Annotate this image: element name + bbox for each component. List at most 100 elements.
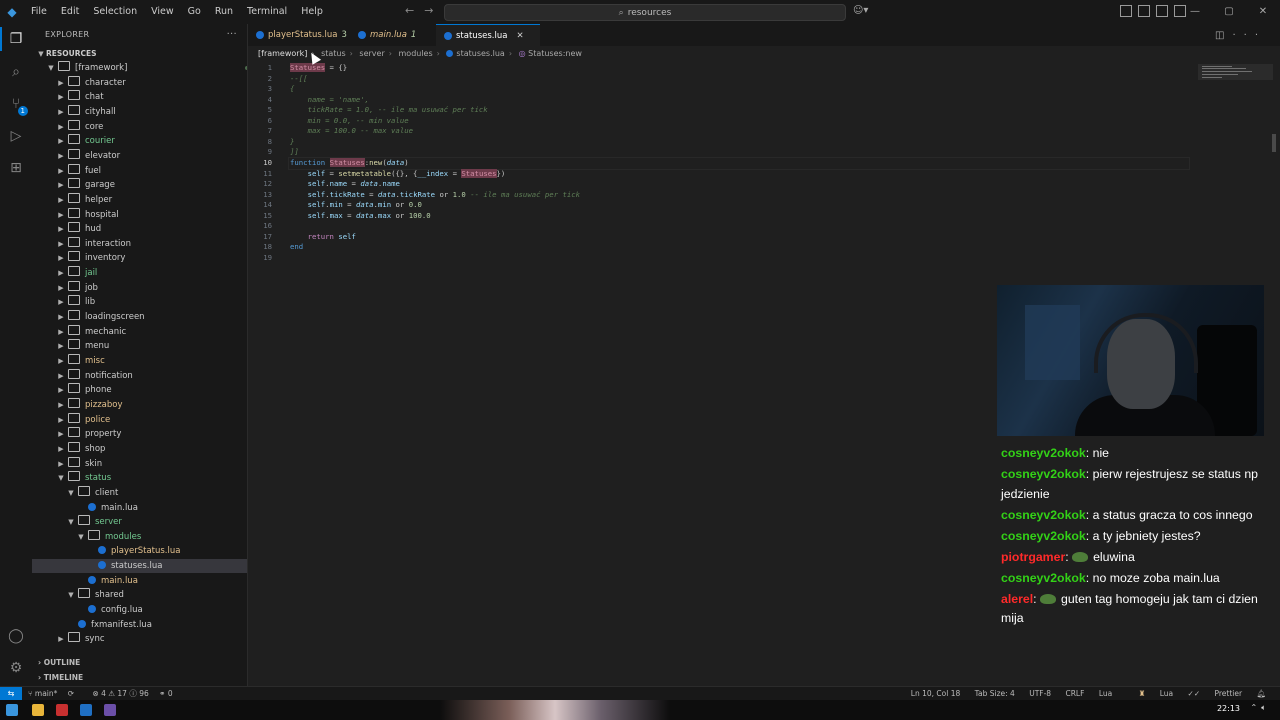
extensions-icon[interactable]: ⊞ bbox=[6, 158, 26, 178]
toggle-panel-icon[interactable] bbox=[1138, 5, 1150, 17]
outline-section[interactable]: › OUTLINE bbox=[32, 656, 247, 670]
tree-file[interactable]: main.lua1 bbox=[32, 574, 247, 588]
breadcrumb-item[interactable]: server bbox=[359, 49, 384, 58]
tree-file[interactable]: playerStatus.lua3 bbox=[32, 544, 247, 558]
breadcrumb-item[interactable]: status bbox=[321, 49, 346, 58]
menu-view[interactable]: View bbox=[144, 0, 181, 24]
chat-username[interactable]: alerel bbox=[1001, 592, 1033, 606]
tree-folder[interactable]: ▶ hud bbox=[32, 222, 247, 236]
app-taskbar-icon[interactable] bbox=[104, 704, 116, 716]
tree-folder[interactable]: ▶ interaction bbox=[32, 236, 247, 251]
tab-statuses[interactable]: statuses.lua ✕ bbox=[436, 24, 540, 47]
tree-folder[interactable]: ▶ cityhall bbox=[32, 104, 247, 119]
tab-main[interactable]: main.lua 1 bbox=[350, 24, 442, 46]
tree-folder[interactable]: ▶ misc bbox=[32, 354, 247, 368]
chat-username[interactable]: cosneyv2okok bbox=[1001, 446, 1086, 460]
ports-indicator[interactable]: ⚭ 0 bbox=[159, 689, 172, 698]
menu-help[interactable]: Help bbox=[294, 0, 330, 24]
branch-indicator[interactable]: ⑂ main* ⟳ bbox=[28, 689, 82, 698]
command-center[interactable]: ⌕ resources bbox=[444, 4, 846, 21]
tree-folder[interactable]: ▼ modules bbox=[32, 529, 247, 544]
toggle-secondary-sidebar-icon[interactable] bbox=[1156, 5, 1168, 17]
code-line[interactable]: self.tickRate = data.tickRate or 1.0 -- … bbox=[290, 190, 580, 201]
tree-folder[interactable]: ▶ character bbox=[32, 75, 247, 90]
code-line[interactable]: } bbox=[290, 137, 294, 148]
breadcrumb-item[interactable]: Statuses:new bbox=[528, 49, 582, 58]
vscode-taskbar-icon[interactable] bbox=[80, 704, 92, 716]
tree-folder[interactable]: ▼ status bbox=[32, 471, 247, 485]
run-debug-icon[interactable]: ▷ bbox=[6, 126, 26, 146]
code-line[interactable]: end bbox=[290, 242, 303, 253]
tree-folder[interactable]: ▶ elevator bbox=[32, 148, 247, 163]
menu-terminal[interactable]: Terminal bbox=[240, 0, 294, 24]
account-icon[interactable]: ◯ bbox=[6, 626, 26, 646]
tree-folder[interactable]: ▶ lib bbox=[32, 295, 247, 309]
tree-folder[interactable]: ▼ [framework] bbox=[32, 61, 247, 75]
search-icon[interactable]: ⌕ bbox=[6, 62, 26, 82]
code-line[interactable]: self = setmetatable({}, {__index = Statu… bbox=[290, 168, 505, 180]
chat-username[interactable]: piotrgamer bbox=[1001, 550, 1065, 564]
scrollbar-thumb[interactable] bbox=[1272, 134, 1276, 152]
breadcrumb-item[interactable]: statuses.lua bbox=[456, 49, 504, 58]
tree-folder[interactable]: ▶ job bbox=[32, 280, 247, 295]
tree-folder[interactable]: ▶ helper bbox=[32, 192, 247, 207]
tree-folder[interactable]: ▶ pizzaboy bbox=[32, 397, 247, 412]
tree-folder[interactable]: ▶ shop bbox=[32, 441, 247, 456]
tree-folder[interactable]: ▶ notification bbox=[32, 368, 247, 383]
tree-folder[interactable]: ▶ courier bbox=[32, 134, 247, 148]
file-explorer-icon[interactable] bbox=[32, 704, 44, 716]
chat-username[interactable]: cosneyv2okok bbox=[1001, 467, 1086, 481]
breadcrumb-item[interactable]: modules bbox=[399, 49, 433, 58]
windows-start-icon[interactable] bbox=[6, 704, 18, 716]
language-mode[interactable]: Lua bbox=[1099, 689, 1112, 698]
minimap[interactable] bbox=[1198, 64, 1273, 80]
cursor-position[interactable]: Ln 10, Col 18 bbox=[911, 689, 960, 698]
code-line[interactable]: return self bbox=[290, 232, 356, 243]
toggle-sidebar-icon[interactable] bbox=[1120, 5, 1132, 17]
tree-folder[interactable]: ▶ property bbox=[32, 427, 247, 441]
code-line[interactable]: name = 'name', bbox=[290, 95, 370, 106]
more-actions-icon[interactable]: ··· bbox=[227, 24, 237, 46]
tree-folder[interactable]: ▶ mechanic bbox=[32, 324, 247, 339]
code-line[interactable]: max = 100.0 -- max value bbox=[290, 126, 413, 137]
copilot-icon[interactable]: ☺▾ bbox=[853, 5, 868, 16]
code-line[interactable]: min = 0.0, -- min value bbox=[290, 116, 409, 127]
tree-folder[interactable]: ▼ client bbox=[32, 485, 247, 500]
system-tray[interactable]: ⌃🔈︎ bbox=[1250, 703, 1270, 713]
code-line[interactable]: self.max = data.max or 100.0 bbox=[290, 211, 431, 222]
tree-file[interactable]: statuses.lua bbox=[32, 559, 247, 574]
tree-folder[interactable]: ▶ core bbox=[32, 119, 247, 134]
breadcrumb-item[interactable]: [framework] bbox=[258, 49, 307, 58]
taskbar-clock[interactable]: 22:13 bbox=[1217, 704, 1240, 713]
code-line[interactable]: Statuses = {} bbox=[290, 63, 347, 74]
nav-arrows[interactable]: ←→ bbox=[405, 4, 443, 17]
prettier-status[interactable]: ✓✓ Prettier bbox=[1188, 689, 1243, 698]
tab-size[interactable]: Tab Size: 4 bbox=[975, 689, 1015, 698]
menu-run[interactable]: Run bbox=[208, 0, 240, 24]
code-line[interactable]: --[[ bbox=[290, 74, 308, 85]
tree-folder[interactable]: ▶ chat bbox=[32, 90, 247, 104]
brave-browser-icon[interactable] bbox=[56, 704, 68, 716]
close-tab-icon[interactable]: ✕ bbox=[516, 31, 523, 41]
tree-folder[interactable]: ▶ sync bbox=[32, 632, 247, 646]
tree-file[interactable]: main.lua bbox=[32, 501, 247, 515]
code-line[interactable]: self.min = data.min or 0.0 bbox=[290, 200, 422, 211]
tree-file[interactable]: config.lua bbox=[32, 603, 247, 617]
tree-folder[interactable]: ▼ server bbox=[32, 515, 247, 529]
tree-folder[interactable]: ▶ skin bbox=[32, 456, 247, 471]
tree-folder[interactable]: ▶ jail bbox=[32, 266, 247, 280]
tree-file[interactable]: fxmanifest.lua bbox=[32, 618, 247, 632]
code-line[interactable]: function Statuses:new(data) bbox=[290, 157, 409, 169]
menu-go[interactable]: Go bbox=[181, 0, 208, 24]
menu-file[interactable]: File bbox=[24, 0, 54, 24]
notifications-bell-icon[interactable]: 🔔︎ bbox=[1256, 689, 1266, 698]
chat-username[interactable]: cosneyv2okok bbox=[1001, 508, 1086, 522]
lua-status[interactable]: ♜ Lua bbox=[1127, 689, 1174, 698]
timeline-section[interactable]: › TIMELINE bbox=[32, 671, 247, 685]
explorer-icon[interactable]: ❐ bbox=[6, 29, 26, 49]
tab-playerstatus[interactable]: playerStatus.lua 3 bbox=[248, 24, 360, 46]
tree-folder[interactable]: ▶ loadingscreen bbox=[32, 310, 247, 324]
settings-gear-icon[interactable]: ⚙ bbox=[6, 658, 26, 678]
remote-icon[interactable]: ⇆ bbox=[0, 687, 22, 701]
code-line[interactable]: self.name = data.name bbox=[290, 179, 400, 190]
